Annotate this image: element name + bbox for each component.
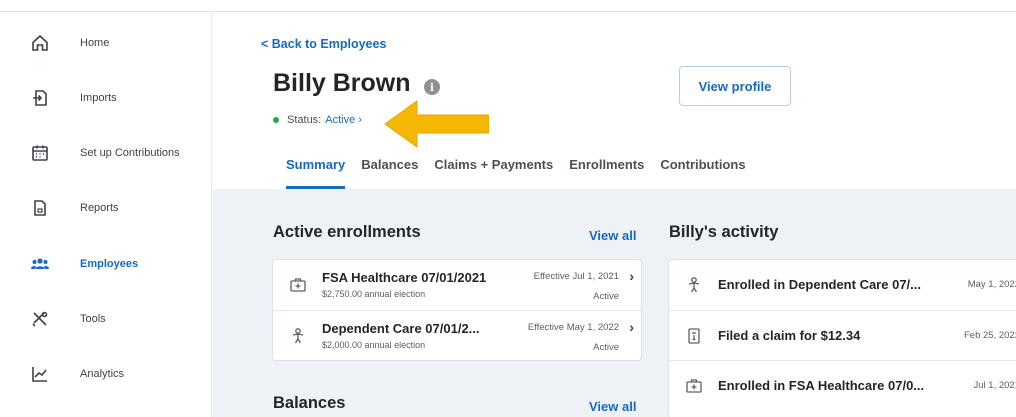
summary-content: Active enrollments View all FSA Healthca… [213,189,1016,417]
activity-row[interactable]: Enrolled in FSA Healthcare 07/0... Jul 1… [669,360,1016,410]
enrollment-election: $2,000.00 annual election [322,340,426,350]
activity-card: Enrolled in Dependent Care 07/... May 1,… [668,259,1016,417]
tools-icon [30,309,50,329]
sidebar-item-reports[interactable]: Reports [0,186,212,230]
enrollments-card: FSA Healthcare 07/01/2021 $2,750.00 annu… [272,259,642,361]
medical-bag-icon [289,276,307,294]
sidebar-item-label: Imports [80,92,117,104]
sidebar-item-label: Analytics [80,368,125,380]
tab-summary[interactable]: Summary [286,151,346,189]
top-border [0,0,1016,12]
activity-title: Billy's activity [669,223,779,241]
annotation-arrow-icon [384,100,489,148]
sidebar-item-imports[interactable]: Imports [0,76,212,120]
chevron-right-icon: › [629,268,634,284]
sidebar-item-employees[interactable]: Employees [0,242,212,286]
activity-text: Filed a claim for $12.34 [718,328,861,343]
activity-row[interactable]: Filed a claim for $12.34 Feb 25, 2022 [669,310,1016,360]
activity-date: Feb 25, 2022 [964,330,1016,341]
back-to-employees-link[interactable]: < Back to Employees [261,37,386,51]
calendar-icon [30,143,50,163]
import-icon [30,88,50,108]
enrollment-name: Dependent Care 07/01/2... [322,321,480,336]
home-icon [30,33,50,53]
tab-claims-payments[interactable]: Claims + Payments [434,151,553,189]
enrollments-view-all-link[interactable]: View all [589,228,636,243]
activity-date: May 1, 2022 [967,279,1016,290]
activity-text: Enrolled in FSA Healthcare 07/0... [718,378,925,393]
employee-status: Status: Active › [273,114,362,126]
balances-title: Balances [273,394,346,412]
sidebar-item-analytics[interactable]: Analytics [0,352,212,396]
enrollment-status: Active [593,291,619,302]
tab-contributions[interactable]: Contributions [660,151,745,189]
activity-text: Enrolled in Dependent Care 07/... [718,277,921,292]
sidebar: Home Imports Set up Contributions Report… [0,13,212,417]
enrollment-election: $2,750.00 annual election [322,289,426,299]
employee-header: < Back to Employees Billy Brown i Status… [213,13,1016,189]
info-icon[interactable]: i [424,79,440,95]
sidebar-item-label: Reports [80,202,119,214]
enrollment-row[interactable]: Dependent Care 07/01/2... $2,000.00 annu… [273,310,641,360]
balances-view-all-link[interactable]: View all [589,399,636,414]
activity-date: Jul 1, 2021 [973,380,1016,391]
enrollment-status: Active [593,342,619,353]
chevron-right-icon: › [629,319,634,335]
sidebar-item-label: Set up Contributions [80,147,180,159]
sidebar-item-label: Employees [80,258,139,270]
sidebar-item-label: Tools [80,313,106,325]
sidebar-item-home[interactable]: Home [0,21,212,65]
medical-bag-icon [685,377,703,395]
view-profile-button[interactable]: View profile [679,66,791,106]
child-icon [685,276,703,294]
tab-enrollments[interactable]: Enrollments [569,151,644,189]
people-icon [30,254,50,274]
enrollment-effective-date: Effective Jul 1, 2021 [533,271,619,282]
sidebar-item-set-up-contributions[interactable]: Set up Contributions [0,131,212,175]
analytics-icon [30,364,50,384]
report-icon [30,198,50,218]
sidebar-item-tools[interactable]: Tools [0,297,212,341]
tab-balances[interactable]: Balances [361,151,418,189]
enrollment-row[interactable]: FSA Healthcare 07/01/2021 $2,750.00 annu… [273,260,641,310]
activity-row[interactable]: Enrolled in Dependent Care 07/... May 1,… [669,260,1016,310]
status-value-link[interactable]: Active › [325,114,362,126]
employee-name: Billy Brown [273,69,411,97]
sidebar-item-label: Home [80,37,110,49]
status-label: Status: [287,114,322,126]
enrollment-name: FSA Healthcare 07/01/2021 [322,270,487,285]
status-dot [273,117,279,123]
active-enrollments-title: Active enrollments [273,223,421,241]
receipt-icon [685,327,703,345]
child-icon [289,327,307,345]
enrollment-effective-date: Effective May 1, 2022 [527,322,619,333]
tab-bar: Summary Balances Claims + Payments Enrol… [286,151,762,189]
